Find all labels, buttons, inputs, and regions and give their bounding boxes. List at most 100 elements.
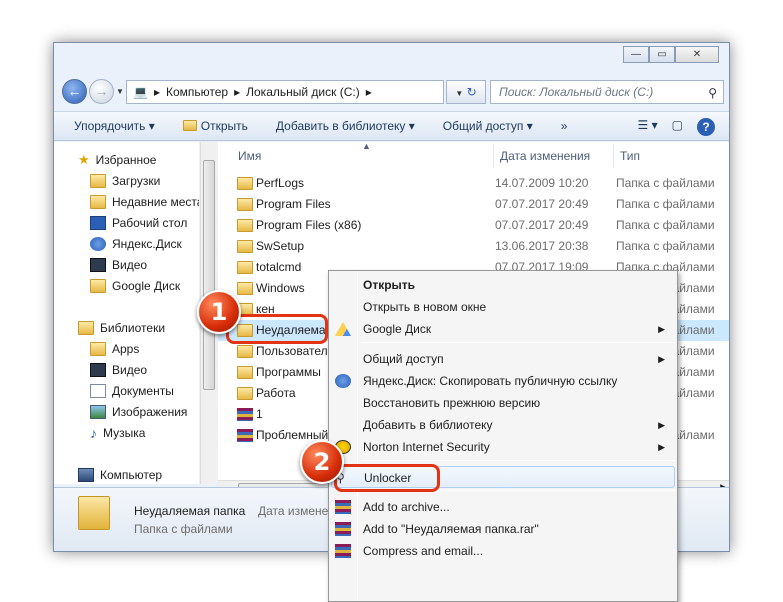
nav-item-label: Видео (112, 258, 148, 272)
documents-icon (90, 384, 106, 398)
nav-item-label: Яндекс.Диск (112, 237, 182, 251)
navigation-pane: ★ Избранное Загрузки Недавние места Рабоч… (54, 142, 199, 484)
nav-item-label: Apps (112, 342, 140, 356)
highlight-unlocker (334, 464, 440, 492)
menu-item-add-library[interactable]: Добавить в библиотеку ▶ (331, 414, 675, 436)
file-date: 13.06.2017 20:38 (495, 239, 589, 253)
menu-item-compress-email[interactable]: Compress and email... (331, 540, 675, 562)
file-type: Папка с файлами (616, 218, 715, 232)
menu-item-label: Открыть (363, 278, 416, 292)
libraries-label: Библиотеки (100, 321, 166, 335)
folder-icon (237, 387, 253, 400)
view-options-icon[interactable]: ☰ ▾ (638, 118, 658, 136)
preview-pane-icon[interactable]: ▢ (672, 118, 683, 136)
file-name: Program Files (256, 197, 331, 211)
command-bar: Упорядочить ▾ Открыть Добавить в библиот… (54, 111, 729, 141)
favorites-header[interactable]: ★ Избранное (78, 150, 156, 170)
column-header-date[interactable]: Дата изменения (494, 144, 614, 168)
menu-item-label: Открыть в новом окне (363, 300, 487, 314)
back-button[interactable]: ← (62, 79, 87, 104)
organize-button[interactable]: Упорядочить ▾ (74, 119, 155, 133)
breadcrumb-separator-icon[interactable]: ▸ (154, 85, 160, 99)
menu-item-google-drive[interactable]: Google Диск ▶ (331, 318, 675, 340)
menu-item-label: Восстановить прежнюю версию (363, 396, 541, 410)
breadcrumb-separator-icon[interactable]: ▸ (366, 85, 372, 99)
open-icon (182, 120, 197, 131)
file-name: SwSetup (256, 239, 305, 253)
help-icon[interactable]: ? (697, 118, 715, 136)
film-icon (90, 258, 106, 272)
folder-icon (237, 261, 253, 274)
nav-scrollbar-thumb[interactable] (203, 160, 215, 390)
file-name: Работа (256, 386, 296, 400)
archive-icon (237, 408, 253, 421)
open-button[interactable]: Открыть (182, 119, 248, 133)
menu-item-norton[interactable]: Norton Internet Security ▶ (331, 436, 675, 458)
menu-item-restore-version[interactable]: Восстановить прежнюю версию (331, 392, 675, 414)
libraries-header[interactable]: Библиотеки (78, 318, 165, 338)
nav-item-lib-video[interactable]: Видео (90, 360, 147, 380)
google-drive-folder-icon (90, 279, 106, 293)
menu-item-yandex-copy-link[interactable]: Яндекс.Диск: Скопировать публичную ссылк… (331, 370, 675, 392)
menu-item-open-new-window[interactable]: Открыть в новом окне (331, 296, 675, 318)
address-bar[interactable]: 💻 ▸ Компьютер ▸ Локальный диск (C:) ▸ (126, 80, 444, 104)
yandex-disk-icon (335, 374, 351, 388)
pictures-icon (90, 405, 106, 419)
file-name: Программы (256, 365, 321, 379)
view-controls: ☰ ▾ ▢ ? (638, 118, 715, 136)
nav-item-label: Рабочий стол (112, 216, 188, 230)
column-header-type[interactable]: Тип (614, 144, 729, 168)
breadcrumb-separator-icon[interactable]: ▸ (234, 85, 240, 99)
title-buttons: — ▭ ✕ (623, 46, 719, 63)
file-date: 07.07.2017 20:49 (495, 218, 589, 232)
nav-item-computer[interactable]: Компьютер (78, 465, 162, 484)
menu-item-add-archive[interactable]: Add to archive... (331, 496, 675, 518)
nav-item-label: Загрузки (112, 174, 161, 188)
breadcrumb-drive[interactable]: Локальный диск (C:) (246, 85, 360, 99)
menu-item-label: Norton Internet Security (363, 440, 490, 454)
nav-item-label: Документы (112, 384, 174, 398)
nav-item-recent[interactable]: Недавние места (90, 192, 199, 212)
file-row[interactable]: PerfLogs 14.07.2009 10:20 Папка с файлами (218, 173, 729, 194)
menu-item-open[interactable]: Открыть (331, 274, 675, 296)
menu-item-add-rar[interactable]: Add to "Неудаляемая папка.rar" (331, 518, 675, 540)
recent-pages-dropdown[interactable]: ▼ (116, 87, 124, 96)
breadcrumb-computer[interactable]: Компьютер (166, 85, 228, 99)
close-button[interactable]: ✕ (675, 46, 719, 63)
menu-item-share[interactable]: Общий доступ ▶ (331, 348, 675, 370)
menu-item-label: Яндекс.Диск: Скопировать публичную ссылк… (363, 374, 618, 388)
add-to-library-button[interactable]: Добавить в библиотеку ▾ (276, 119, 415, 133)
nav-item-label: Видео (112, 363, 148, 377)
nav-item-documents[interactable]: Документы (90, 381, 174, 401)
winrar-icon (335, 500, 351, 514)
maximize-button[interactable]: ▭ (649, 46, 675, 63)
forward-button[interactable]: → (89, 79, 114, 104)
minimize-button[interactable]: — (623, 46, 649, 63)
column-header-name[interactable]: Имя (232, 144, 494, 168)
more-commands-button[interactable]: » (561, 119, 568, 133)
nav-item-music[interactable]: ♪ Музыка (90, 423, 145, 443)
refresh-button[interactable]: ▼ ↻ (446, 80, 486, 104)
nav-item-google-drive[interactable]: Google Диск (90, 276, 180, 296)
apps-icon (90, 342, 106, 356)
search-input[interactable]: Поиск: Локальный диск (C:) ⚲ (490, 80, 724, 104)
details-name: Неудаляемая папка (134, 504, 246, 518)
nav-item-desktop[interactable]: Рабочий стол (90, 213, 187, 233)
file-row[interactable]: Program Files (x86) 07.07.2017 20:49 Папка… (218, 215, 729, 236)
menu-separator (361, 460, 675, 461)
file-row[interactable]: Program Files 07.07.2017 20:49 Папка с фай… (218, 194, 729, 215)
file-name: Пользовател (256, 344, 328, 358)
share-button[interactable]: Общий доступ ▾ (443, 119, 533, 133)
menu-item-label: Add to "Неудаляемая папка.rar" (363, 522, 539, 536)
submenu-arrow-icon: ▶ (658, 442, 665, 452)
nav-item-downloads[interactable]: Загрузки (90, 171, 160, 191)
nav-item-apps[interactable]: Apps (90, 339, 139, 359)
folder-icon (237, 240, 253, 253)
nav-item-pictures[interactable]: Изображения (90, 402, 187, 422)
nav-item-yandex-disk[interactable]: Яндекс.Диск (90, 234, 182, 254)
file-name: totalcmd (256, 260, 302, 274)
file-row[interactable]: SwSetup 13.06.2017 20:38 Папка с файлами (218, 236, 729, 257)
nav-item-video[interactable]: Видео (90, 255, 147, 275)
nav-item-label: Недавние места (112, 195, 199, 209)
refresh-icon: ↻ (466, 85, 477, 99)
